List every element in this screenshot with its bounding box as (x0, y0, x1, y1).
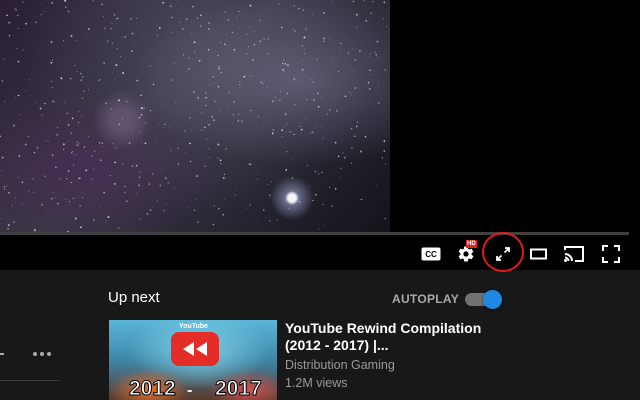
autoplay-label: AUTOPLAY (392, 292, 460, 306)
divider-dash (0, 353, 4, 355)
player-controls: CC HD (0, 236, 640, 270)
thumbnail-year-right: 2017 (215, 377, 263, 400)
youtube-watch-page: CC HD Up next AUTOPLAY YouTube 2012 - 20… (0, 0, 640, 400)
video-title-link[interactable]: YouTube Rewind Compilation (2012 - 2017)… (285, 320, 495, 354)
rewind-logo-icon (171, 332, 219, 366)
cast-icon (564, 246, 584, 262)
more-actions-button[interactable] (30, 345, 54, 363)
section-divider (0, 380, 60, 381)
thumbnail-brand-text: YouTube (179, 323, 208, 330)
closed-captions-icon: CC (421, 247, 441, 261)
dot-icon (33, 352, 37, 356)
subtitles-button[interactable]: CC (417, 240, 445, 268)
video-frame[interactable] (0, 0, 390, 232)
autoplay-toggle[interactable] (465, 290, 502, 309)
toggle-knob (483, 290, 502, 309)
video-player[interactable]: CC HD (0, 0, 640, 272)
up-next-heading: Up next (108, 289, 160, 306)
view-count: 1.2M views (285, 376, 348, 390)
hd-badge: HD (466, 240, 477, 248)
theater-mode-button[interactable] (525, 240, 553, 268)
theater-mode-icon (530, 248, 547, 260)
progress-bar[interactable] (0, 232, 629, 235)
video-thumbnail[interactable]: YouTube 2012 - 2017 (109, 320, 277, 400)
starfield-image (0, 0, 388, 232)
dot-icon (40, 352, 44, 356)
fullscreen-button[interactable] (597, 240, 625, 268)
thumbnail-dash: - (187, 382, 193, 399)
channel-name[interactable]: Distribution Gaming (285, 358, 395, 372)
svg-text:CC: CC (425, 250, 437, 259)
dot-icon (47, 352, 51, 356)
fullscreen-icon (602, 245, 620, 263)
miniplayer-button[interactable] (489, 240, 517, 268)
thumbnail-year-left: 2012 (129, 377, 177, 400)
miniplayer-expand-icon (496, 247, 510, 261)
cast-button[interactable] (560, 240, 588, 268)
settings-button[interactable]: HD (452, 240, 480, 268)
